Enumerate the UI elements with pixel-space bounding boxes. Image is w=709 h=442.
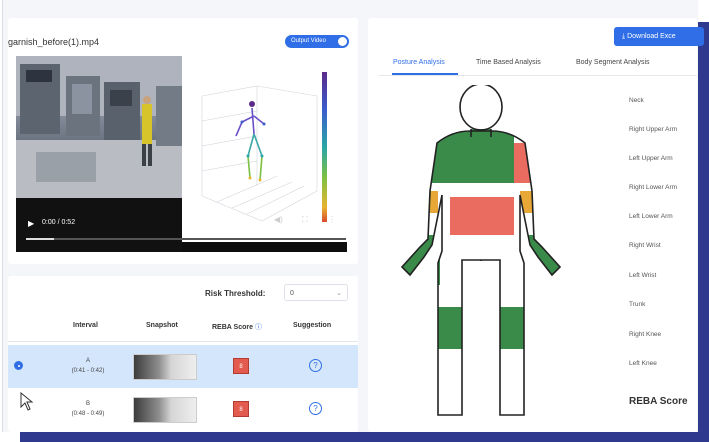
segment-label-trunk: Trunk xyxy=(629,301,646,308)
snapshot-thumbnail[interactable] xyxy=(133,354,197,380)
chevron-down-icon: ⌄ xyxy=(336,290,342,297)
download-button-label: Download Exce xyxy=(627,33,676,40)
volume-icon[interactable]: ◀) xyxy=(274,215,283,224)
interval-name: A xyxy=(85,358,90,364)
segment-label-left-lower-arm: Left Lower Arm xyxy=(629,213,673,220)
column-header-snapshot: Snapshot xyxy=(146,322,178,329)
play-icon[interactable]: ▶ xyxy=(28,219,34,228)
interval-name: B xyxy=(85,401,90,407)
video-file-name: garnish_before(1).mp4 xyxy=(8,37,100,47)
reba-score-header-label: REBA Score xyxy=(212,324,253,331)
segment-label-left-knee: Left Knee xyxy=(629,360,657,367)
column-header-reba-score: REBA Score ⓘ xyxy=(212,322,262,332)
tab-body-segment-analysis[interactable]: Body Segment Analysis xyxy=(576,59,650,66)
segment-label-left-upper-arm: Left Upper Arm xyxy=(629,155,673,162)
segment-label-left-wrist: Left Wrist xyxy=(629,272,657,279)
segment-label-right-lower-arm: Right Lower Arm xyxy=(629,184,678,191)
frame-shadow-right xyxy=(697,22,709,442)
suggestion-icon[interactable]: ? xyxy=(309,402,322,415)
seek-bar[interactable] xyxy=(26,238,346,240)
risk-threshold-label: Risk Threshold: xyxy=(205,289,266,298)
seek-progress xyxy=(26,238,54,240)
tab-time-based-analysis[interactable]: Time Based Analysis xyxy=(476,59,541,66)
interval-range: (0:41 - 0:42) xyxy=(71,368,105,374)
output-video-toggle[interactable]: Output Video xyxy=(285,35,349,48)
video-timecode: 0:00 / 0:52 xyxy=(42,219,76,226)
table-header-divider xyxy=(8,341,358,342)
more-options-icon[interactable]: ⋮ xyxy=(328,215,336,224)
video-player[interactable]: ▶ 0:00 / 0:52 ◀) ⛶ ⋮ xyxy=(16,56,347,252)
video-controls: ▶ 0:00 / 0:52 xyxy=(16,198,346,252)
interval-cell: A (0:41 - 0:42) xyxy=(53,356,123,376)
column-header-interval: Interval xyxy=(73,322,98,329)
column-header-suggestion: Suggestion xyxy=(293,322,332,329)
segment-label-neck: Neck xyxy=(629,97,644,104)
risk-threshold-value: 0 xyxy=(290,290,294,297)
frame-shadow-bottom xyxy=(20,432,709,442)
reba-score-badge: 8 xyxy=(233,401,249,417)
segment-label-right-knee: Right Knee xyxy=(629,331,662,338)
reba-score-badge: 8 xyxy=(233,358,249,374)
snapshot-thumbnail[interactable] xyxy=(133,397,197,423)
fullscreen-icon[interactable]: ⛶ xyxy=(302,215,308,225)
tab-posture-analysis[interactable]: Posture Analysis xyxy=(393,59,445,66)
suggestion-icon[interactable]: ? xyxy=(309,359,322,372)
mouse-cursor-icon xyxy=(20,392,34,411)
toggle-knob xyxy=(338,37,347,46)
download-excel-button[interactable]: ⤓ Download Exce xyxy=(614,27,704,46)
depth-colorbar xyxy=(322,72,327,222)
pose-3d-plot xyxy=(182,56,347,242)
info-icon[interactable]: ⓘ xyxy=(255,324,262,331)
download-icon: ⤓ xyxy=(622,33,626,40)
segment-label-right-wrist: Right Wrist xyxy=(629,242,661,249)
reba-score-heading: REBA Score xyxy=(629,396,688,407)
risk-threshold-select[interactable]: 0 ⌄ xyxy=(284,284,348,301)
row-select-radio[interactable] xyxy=(14,361,23,370)
factory-scene-image xyxy=(16,56,182,198)
video-frame xyxy=(16,56,182,198)
segment-label-right-upper-arm: Right Upper Arm xyxy=(629,126,678,133)
body-risk-diagram xyxy=(400,85,562,416)
interval-range: (0:48 - 0:49) xyxy=(71,411,105,417)
interval-cell: B (0:48 - 0:49) xyxy=(53,399,123,419)
output-video-toggle-label: Output Video xyxy=(291,38,326,44)
tabs-divider xyxy=(378,75,697,76)
radio-dot xyxy=(17,364,20,367)
